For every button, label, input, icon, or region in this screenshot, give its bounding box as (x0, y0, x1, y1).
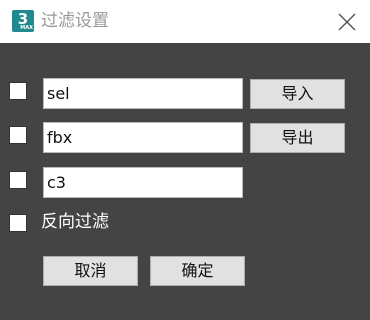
3ds-max-icon: 3 MAX (12, 10, 34, 32)
filter-settings-dialog: 3 MAX 过滤设置 sel 导入 fbx 导出 c3 反向过滤 取消 确定 (0, 0, 370, 320)
filter-2-input[interactable]: fbx (43, 122, 243, 153)
export-button[interactable]: 导出 (250, 123, 345, 153)
ok-button[interactable]: 确定 (150, 256, 245, 286)
close-icon (338, 13, 356, 31)
import-button[interactable]: 导入 (250, 79, 345, 109)
window-title: 过滤设置 (41, 11, 109, 31)
filter-1-input[interactable]: sel (43, 78, 243, 109)
reverse-filter-checkbox[interactable] (9, 214, 27, 232)
filter-3-checkbox[interactable] (9, 171, 27, 189)
filter-1-checkbox[interactable] (9, 82, 27, 100)
cancel-button[interactable]: 取消 (43, 256, 138, 286)
title-bar: 3 MAX 过滤设置 (0, 0, 370, 43)
reverse-filter-label: 反向过滤 (41, 212, 109, 232)
filter-2-checkbox[interactable] (9, 126, 27, 144)
close-button[interactable] (336, 11, 358, 33)
filter-3-input[interactable]: c3 (43, 167, 243, 198)
app-icon-subtext: MAX (20, 25, 33, 31)
